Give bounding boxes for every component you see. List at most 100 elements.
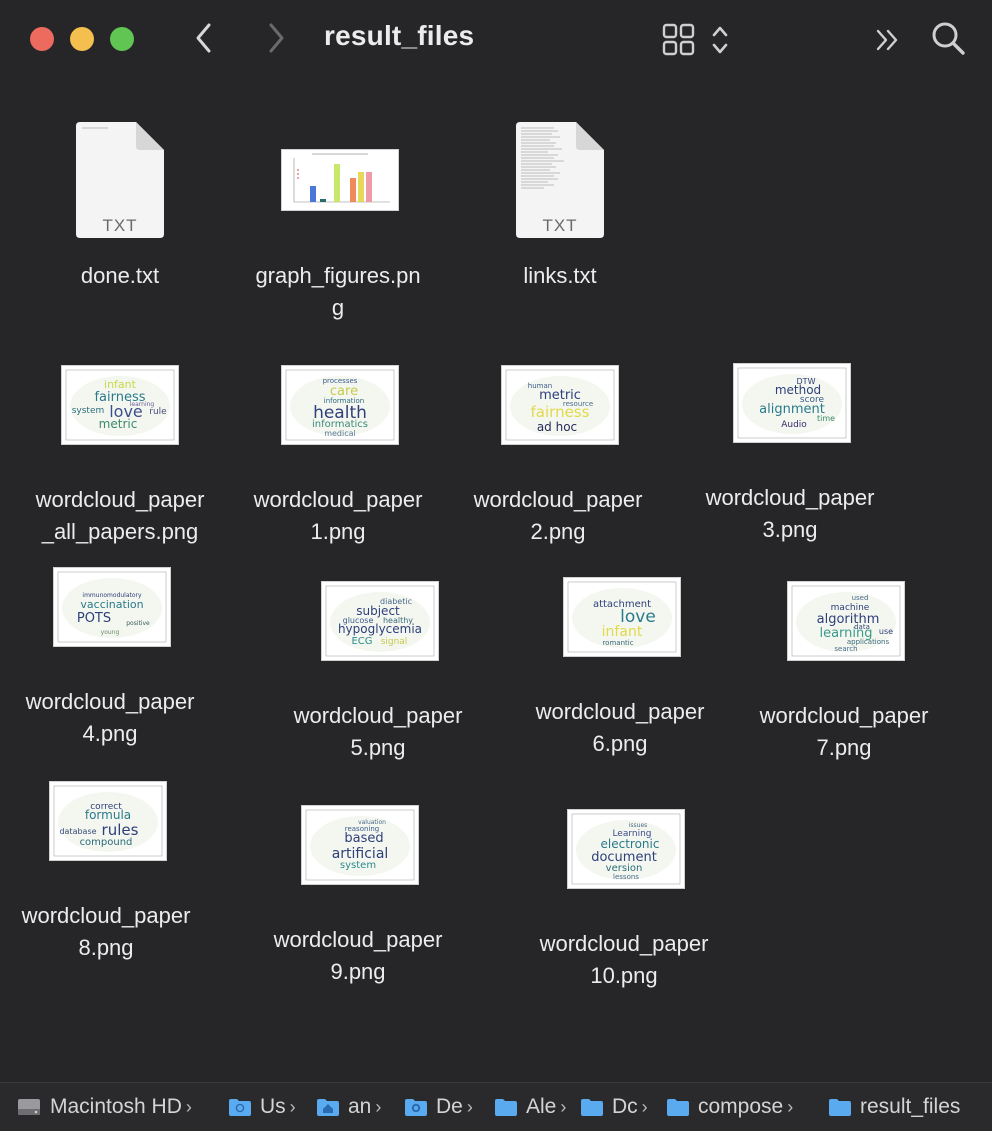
back-button[interactable]: [184, 18, 224, 58]
wordcloud-word: time: [817, 414, 835, 423]
file-wordcloud-paper-8[interactable]: correct formula rules database compound …: [4, 781, 208, 966]
wordcloud-word: ad hoc: [537, 420, 577, 434]
wordcloud-word: search: [834, 645, 857, 653]
path-item-label: an: [348, 1095, 372, 1118]
image-thumbnail: correct formula rules database compound: [49, 781, 167, 861]
folder-icon: [667, 1099, 689, 1116]
close-window-button[interactable]: [30, 27, 54, 51]
path-item-compose[interactable]: compose ›: [666, 1083, 793, 1131]
wordcloud-word: system: [72, 406, 105, 416]
file-wordcloud-paper-3[interactable]: DTW method score alignment time Audio wo…: [688, 363, 892, 548]
path-item-folder[interactable]: Ale ›: [494, 1083, 566, 1131]
file-done-txt[interactable]: TXT done.txt: [18, 120, 222, 288]
file-label: links.txt: [523, 263, 597, 288]
path-bar: Macintosh HD › Us › an › De › Ale › Dc ›…: [0, 1082, 992, 1131]
window-title: result_files: [324, 20, 475, 51]
path-item-desktop[interactable]: De ›: [404, 1083, 473, 1131]
search-button[interactable]: [926, 16, 970, 60]
file-links-txt[interactable]: TXT links.txt: [458, 120, 662, 288]
file-wordcloud-paper-7[interactable]: used machine algorithm learning data use…: [742, 581, 946, 766]
forward-button[interactable]: [256, 18, 296, 58]
wordcloud-word: ECG: [351, 636, 372, 647]
wordcloud-word: learning: [130, 401, 155, 408]
wordcloud-thumbnail: human metric resource fairness ad hoc: [505, 369, 615, 441]
folder-icon: [829, 1099, 851, 1116]
minimize-window-button[interactable]: [70, 27, 94, 51]
file-graph-figures-png[interactable]: graph_figures.pn g: [236, 120, 440, 320]
wordcloud-word: database: [59, 827, 96, 836]
file-wordcloud-paper-1[interactable]: processes care information health inform…: [236, 365, 440, 550]
path-item-label: compose: [698, 1095, 784, 1118]
chevron-left-icon: [196, 23, 211, 53]
folder-icon: [495, 1099, 517, 1116]
wordcloud-thumbnail: used machine algorithm learning data use…: [791, 585, 901, 657]
wordcloud-word: issues: [629, 822, 648, 829]
wordcloud-word: signal: [381, 637, 408, 647]
bar-chart-thumbnail: [293, 153, 390, 203]
file-label: wordcloud_paper _all_papers.png: [35, 487, 205, 544]
wordcloud-word: algorithm: [817, 612, 880, 627]
file-wordcloud-paper-10[interactable]: issues Learning electronic document vers…: [522, 809, 726, 994]
wordcloud-thumbnail: correct formula rules database compound: [53, 785, 163, 857]
sort-chevrons-icon: [712, 26, 728, 54]
path-separator: ›: [185, 1096, 192, 1117]
window-toolbar: result_files: [0, 0, 992, 80]
wordcloud-word: metric: [99, 417, 138, 431]
wordcloud-word: alignment: [759, 402, 825, 417]
file-wordcloud-all-papers[interactable]: infant fairness love rule system metric …: [18, 365, 222, 550]
path-item-folder[interactable]: Dc ›: [580, 1083, 648, 1131]
file-label: wordcloud_paper 5.png: [293, 703, 463, 760]
path-item-label: De: [436, 1095, 463, 1118]
image-thumbnail: processes care information health inform…: [281, 365, 399, 445]
more-toolbar-button[interactable]: [868, 20, 908, 60]
path-item-result-files[interactable]: result_files: [828, 1083, 960, 1131]
file-type-badge: TXT: [102, 216, 138, 235]
image-thumbnail: attachment love infant romantic: [563, 577, 681, 657]
wordcloud-thumbnail: infant fairness love rule system metric …: [65, 369, 175, 441]
wordcloud-word: system: [340, 860, 376, 871]
wordcloud-word: use: [879, 627, 893, 636]
path-item-label: Dc: [612, 1095, 638, 1118]
file-wordcloud-paper-9[interactable]: valuation reasoning based artificial sys…: [256, 805, 460, 990]
file-wordcloud-paper-5[interactable]: diabetic subject healthy glucose hypogly…: [276, 581, 480, 766]
image-thumbnail: [281, 149, 399, 211]
wordcloud-word: used: [852, 594, 869, 602]
hard-drive-icon: [18, 1099, 40, 1115]
wordcloud-word: electronic: [601, 837, 660, 851]
double-chevron-icon: [876, 29, 898, 51]
image-thumbnail: DTW method score alignment time Audio: [733, 363, 851, 443]
path-item-users[interactable]: Us ›: [228, 1083, 296, 1131]
path-separator: ›: [375, 1096, 382, 1117]
path-item-home[interactable]: an ›: [316, 1083, 381, 1131]
zoom-window-button[interactable]: [110, 27, 134, 51]
wordcloud-thumbnail: issues Learning electronic document vers…: [571, 813, 681, 885]
path-separator: ›: [641, 1096, 648, 1117]
wordcloud-thumbnail: DTW method score alignment time Audio: [737, 367, 847, 439]
image-thumbnail: valuation reasoning based artificial sys…: [301, 805, 419, 885]
wordcloud-word: romantic: [602, 639, 633, 647]
wordcloud-word: fairness: [531, 403, 590, 421]
file-label: wordcloud_paper 7.png: [759, 703, 929, 760]
wordcloud-word: data: [854, 623, 870, 631]
path-item-macintosh-hd[interactable]: Macintosh HD ›: [16, 1083, 192, 1131]
wordcloud-word: Audio: [781, 420, 807, 430]
file-label: wordcloud_paper 9.png: [273, 927, 443, 984]
wordcloud-word: POTS: [77, 611, 111, 626]
wordcloud-word: compound: [80, 837, 133, 848]
file-wordcloud-paper-6[interactable]: attachment love infant romantic wordclou…: [518, 577, 722, 762]
wordcloud-word: young: [101, 629, 120, 636]
path-separator: ›: [560, 1096, 567, 1117]
wordcloud-word: formula: [85, 808, 131, 822]
image-thumbnail: used machine algorithm learning data use…: [787, 581, 905, 661]
image-thumbnail: infant fairness love rule system metric …: [61, 365, 179, 445]
view-options-button[interactable]: [662, 20, 734, 60]
file-label: wordcloud_paper 6.png: [535, 699, 705, 756]
file-label: wordcloud_paper 3.png: [705, 485, 875, 542]
path-separator: ›: [787, 1096, 794, 1117]
path-item-label: Macintosh HD: [50, 1095, 182, 1118]
file-wordcloud-paper-4[interactable]: immunomodulatory vaccination POTS positi…: [8, 567, 212, 752]
wordcloud-word: rule: [149, 407, 167, 417]
wordcloud-word: medical: [324, 429, 356, 438]
file-wordcloud-paper-2[interactable]: human metric resource fairness ad hoc wo…: [456, 365, 660, 550]
desktop-folder-icon: [405, 1099, 427, 1116]
